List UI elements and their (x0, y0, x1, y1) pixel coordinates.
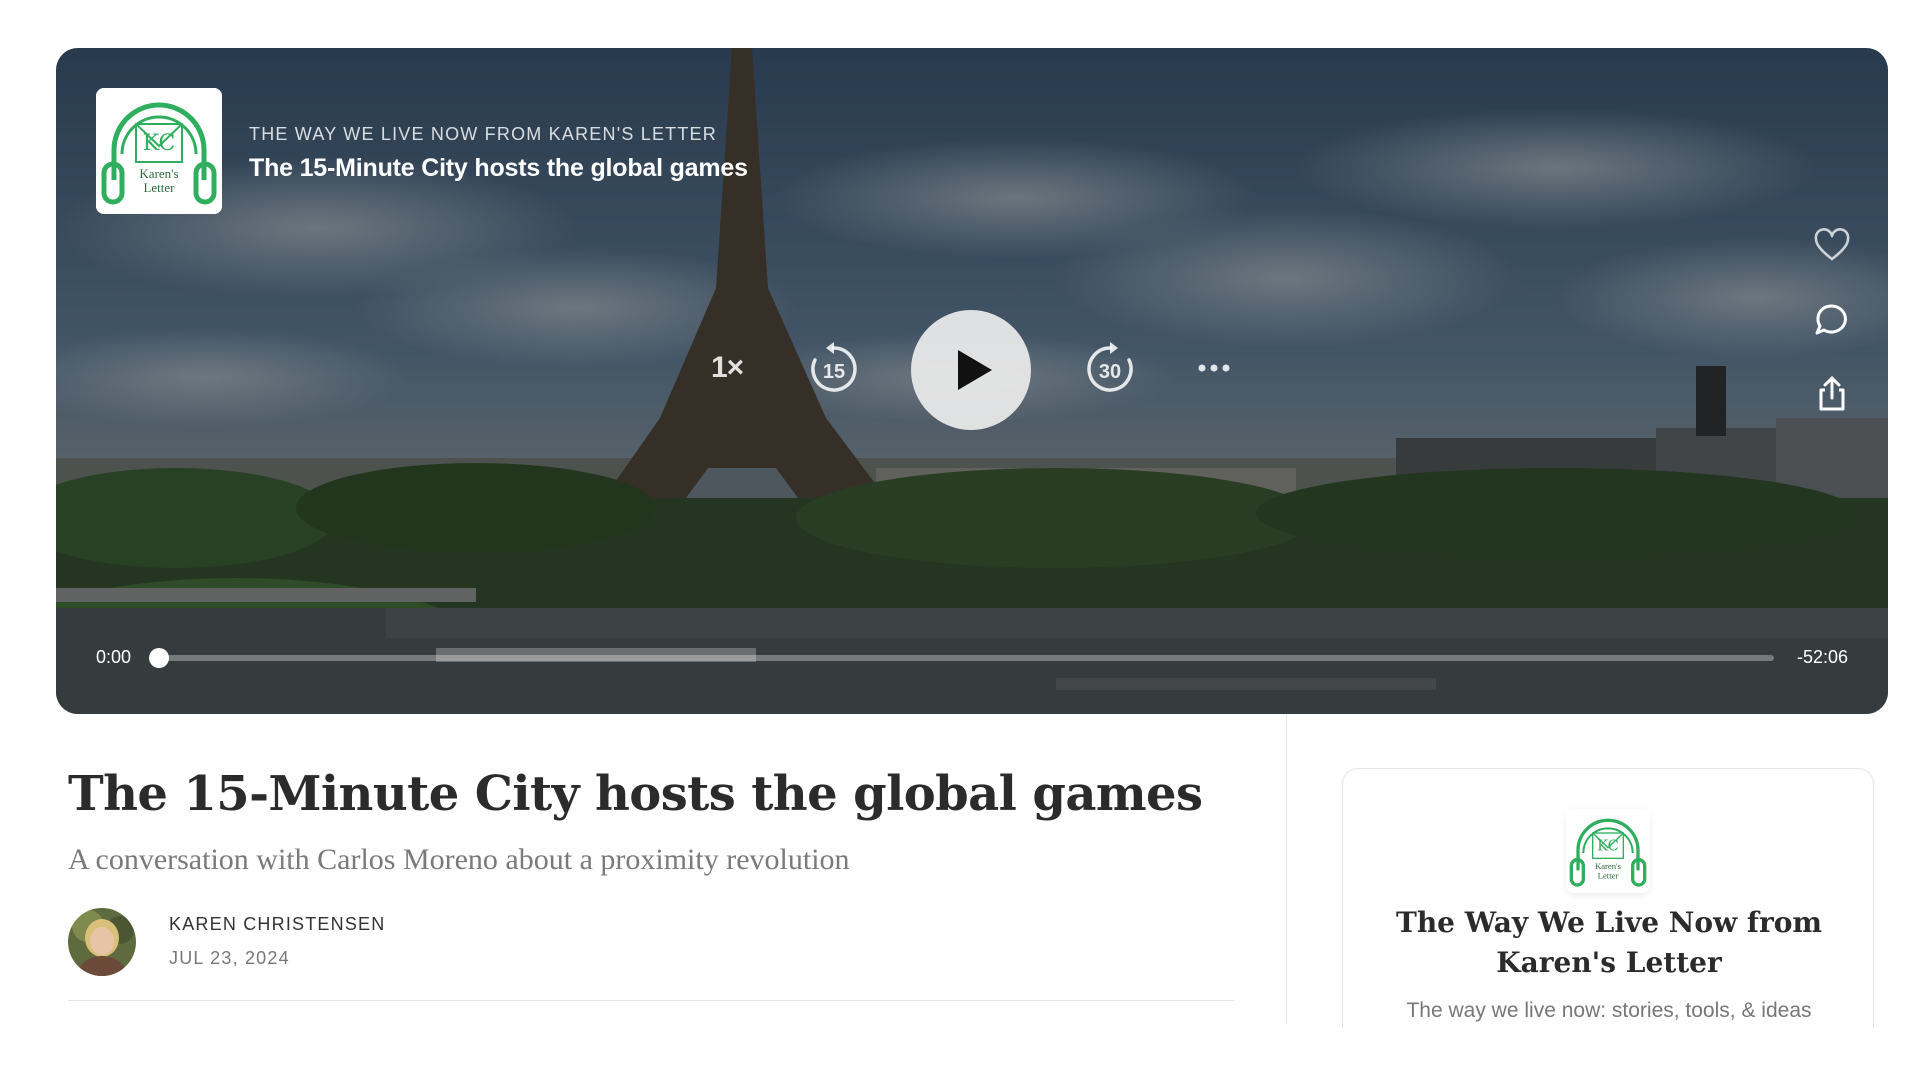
skip-forward-icon: 30 (1087, 342, 1133, 392)
time-elapsed: 0:00 (96, 647, 132, 667)
headphones-logo-icon: KC Karen's Letter (1566, 809, 1650, 893)
page: KC Karen's Letter THE WAY WE LIVE NOW FR… (0, 0, 1920, 1080)
skip-back-seconds: 15 (823, 361, 845, 383)
author-photo (68, 908, 136, 976)
player-episode-title[interactable]: The 15-Minute City hosts the global game… (249, 154, 748, 183)
viewport-bottom-edge (0, 1028, 1920, 1080)
time-remaining: -52:06 (1796, 647, 1848, 667)
author-name-link[interactable]: KAREN CHRISTENSEN (169, 914, 385, 935)
more-horizontal-icon (1198, 364, 1230, 372)
playback-speed-button[interactable]: 1× (711, 351, 744, 385)
share-button[interactable] (1812, 374, 1852, 414)
skip-back-icon: 15 (811, 342, 857, 392)
post-subtitle: A conversation with Carlos Moreno about … (68, 843, 850, 876)
headphones-logo-icon: KC Karen's Letter (96, 88, 222, 214)
play-icon (958, 350, 992, 390)
publication-logo[interactable]: KC Karen's Letter (1566, 809, 1650, 893)
skip-back-button[interactable]: 15 (807, 342, 861, 396)
cover-text-line-1: Karen's (139, 166, 178, 181)
comment-button[interactable] (1812, 300, 1852, 340)
progress-knob[interactable] (149, 648, 169, 668)
author-avatar[interactable] (68, 908, 136, 976)
column-divider (1286, 714, 1287, 1024)
podcast-cover-art[interactable]: KC Karen's Letter (96, 88, 222, 214)
transport-controls: 1× 15 30 (56, 310, 1888, 430)
publication-card-title[interactable]: The Way We Live Now from Karen's Letter (1363, 903, 1855, 983)
publication-card-description: The way we live now: stories, tools, & i… (1406, 999, 1812, 1022)
player-publication-name[interactable]: THE WAY WE LIVE NOW FROM KAREN'S LETTER (249, 124, 717, 145)
player-side-actions (1812, 226, 1852, 448)
audio-player: KC Karen's Letter THE WAY WE LIVE NOW FR… (56, 48, 1888, 714)
comment-icon (1815, 304, 1847, 335)
play-button[interactable] (911, 310, 1031, 430)
post-date: JUL 23, 2024 (169, 948, 290, 968)
more-options-button[interactable] (1194, 356, 1234, 380)
card-logo-line-2: Letter (1598, 870, 1619, 880)
share-icon (1819, 376, 1845, 411)
card-logo-line-1: Karen's (1595, 861, 1622, 871)
skip-forward-button[interactable]: 30 (1083, 342, 1137, 396)
progress-scrubber[interactable] (149, 648, 1774, 668)
post-header-divider (68, 1000, 1234, 1001)
like-button[interactable] (1812, 226, 1852, 266)
heart-icon (1814, 228, 1850, 261)
cover-text-line-2: Letter (143, 180, 175, 195)
skip-forward-seconds: 30 (1099, 361, 1121, 383)
card-logo-monogram: KC (1597, 837, 1619, 854)
cover-monogram: KC (143, 131, 176, 156)
post-title: The 15-Minute City hosts the global game… (68, 766, 1203, 822)
